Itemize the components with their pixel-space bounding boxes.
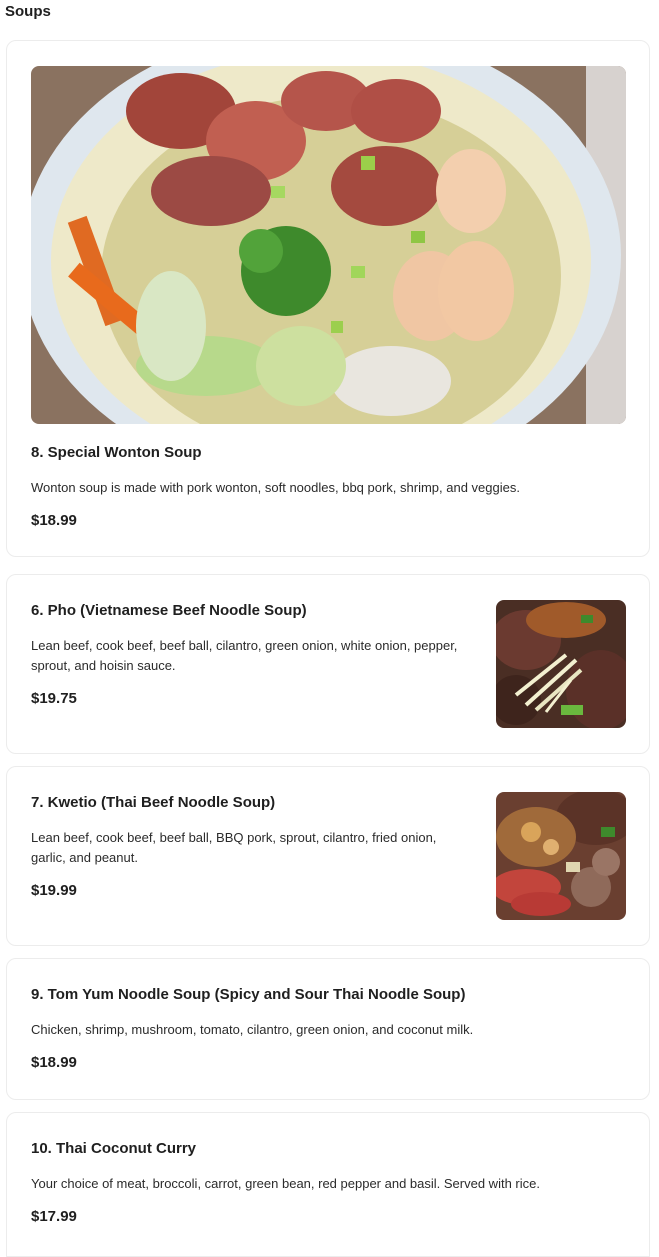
pho-photo bbox=[496, 600, 626, 728]
menu-item-description: Chicken, shrimp, mushroom, tomato, cilan… bbox=[31, 1022, 474, 1037]
menu-page: Soups 8. Special Wonton Soup Wonton soup… bbox=[0, 0, 659, 1257]
menu-item-description: Wonton soup is made with pork wonton, so… bbox=[31, 480, 520, 495]
kwetio-photo bbox=[496, 792, 626, 920]
menu-item-name: 7. Kwetio (Thai Beef Noodle Soup) bbox=[31, 794, 276, 811]
menu-item-price: $19.75 bbox=[31, 690, 77, 707]
menu-item-name: 9. Tom Yum Noodle Soup (Spicy and Sour T… bbox=[31, 986, 466, 1003]
menu-item-price: $18.99 bbox=[31, 1054, 77, 1071]
menu-item-name: 10. Thai Coconut Curry bbox=[31, 1140, 197, 1157]
menu-item-card[interactable]: 7. Kwetio (Thai Beef Noodle Soup) Lean b… bbox=[6, 766, 650, 946]
section-title: Soups bbox=[5, 3, 51, 20]
menu-item-card[interactable]: 9. Tom Yum Noodle Soup (Spicy and Sour T… bbox=[6, 958, 650, 1100]
menu-item-price: $17.99 bbox=[31, 1208, 77, 1225]
menu-item-card[interactable]: 10. Thai Coconut Curry Your choice of me… bbox=[6, 1112, 650, 1257]
menu-item-description: Your choice of meat, broccoli, carrot, g… bbox=[31, 1176, 540, 1191]
menu-item-price: $18.99 bbox=[31, 512, 77, 529]
menu-item-card[interactable]: 6. Pho (Vietnamese Beef Noodle Soup) Lea… bbox=[6, 574, 650, 754]
menu-item-description: Lean beef, cook beef, beef ball, cilantr… bbox=[31, 638, 458, 673]
wonton-soup-photo bbox=[31, 66, 626, 424]
menu-item-price: $19.99 bbox=[31, 882, 77, 899]
menu-item-name: 8. Special Wonton Soup bbox=[31, 444, 202, 461]
menu-item-name: 6. Pho (Vietnamese Beef Noodle Soup) bbox=[31, 602, 307, 619]
menu-item-description: Lean beef, cook beef, beef ball, BBQ por… bbox=[31, 830, 437, 865]
menu-item-card[interactable]: 8. Special Wonton Soup Wonton soup is ma… bbox=[6, 40, 650, 557]
